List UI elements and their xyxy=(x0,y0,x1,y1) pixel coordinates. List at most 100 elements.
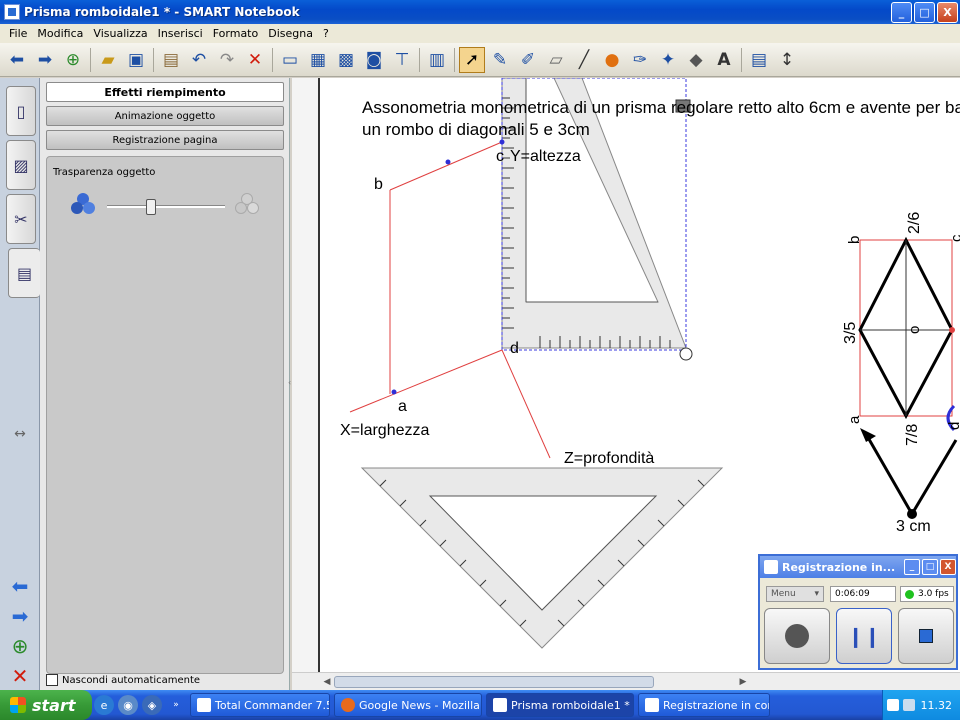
heading-line-1[interactable]: Assonometria monometrica di un prisma re… xyxy=(362,98,960,118)
undo-icon[interactable]: ↶ xyxy=(186,47,212,73)
task-smart-notebook[interactable]: Prisma romboidale1 * ... xyxy=(486,693,634,717)
rhombus-measure[interactable]: 3 cm xyxy=(896,518,931,536)
label-c[interactable]: c xyxy=(496,148,504,166)
smart-notebook-app-icon[interactable] xyxy=(4,4,20,20)
label-y-altezza[interactable]: Y=altezza xyxy=(510,148,581,166)
set-square-horizontal[interactable] xyxy=(360,467,724,649)
autohide-checkbox[interactable] xyxy=(46,674,58,686)
recorder-title-bar[interactable]: Registrazione in... _ □ X xyxy=(760,556,956,578)
autohide-option[interactable]: Nascondi automaticamente xyxy=(46,674,200,686)
recorder-window[interactable]: Registrazione in... _ □ X Menu ▾ 0:06:09… xyxy=(758,554,958,670)
creative-pen-icon[interactable]: ✐ xyxy=(515,47,541,73)
select-icon[interactable]: ➚ xyxy=(459,46,485,73)
menu-help[interactable]: ? xyxy=(318,27,334,40)
shape-recognition-icon[interactable]: ✦ xyxy=(655,47,681,73)
capture-toolbar-icon[interactable]: ⊤ xyxy=(389,47,415,73)
shape-icon[interactable]: ● xyxy=(599,47,625,73)
rhombus-label-a[interactable]: a xyxy=(846,416,863,424)
stop-button[interactable] xyxy=(898,608,954,664)
save-icon[interactable]: ▣ xyxy=(123,47,149,73)
add-page-icon[interactable]: ⊕ xyxy=(60,47,86,73)
task-recorder[interactable]: Registrazione in cors... xyxy=(638,693,770,717)
fill-icon[interactable]: ◆ xyxy=(683,47,709,73)
previous-page-icon[interactable]: ⬅ xyxy=(8,574,32,598)
window-title-bar[interactable]: Prisma romboidale1 * - SMART Notebook _ … xyxy=(0,0,960,24)
quicklaunch-icon-2[interactable]: ◉ xyxy=(118,695,138,715)
maximize-button[interactable]: □ xyxy=(914,1,935,23)
rhombus-label-c[interactable]: c xyxy=(948,235,960,243)
redo-icon[interactable]: ↷ xyxy=(214,47,240,73)
magic-pen-icon[interactable]: ✑ xyxy=(627,47,653,73)
eraser-icon[interactable]: ▱ xyxy=(543,47,569,73)
point-dot[interactable] xyxy=(445,159,451,165)
back-icon[interactable]: ⬅ xyxy=(4,47,30,73)
scroll-left-icon[interactable]: ◀ xyxy=(320,675,334,689)
point-dot[interactable] xyxy=(499,139,505,145)
menu-modifica[interactable]: Modifica xyxy=(32,27,88,40)
display-icon[interactable]: ▦ xyxy=(305,47,331,73)
pause-button[interactable]: ❙❙ xyxy=(836,608,892,664)
label-d[interactable]: d xyxy=(510,340,519,358)
move-toolbar-icon[interactable]: ↕ xyxy=(774,47,800,73)
menu-visualizza[interactable]: Visualizza xyxy=(88,27,152,40)
recorder-close-button[interactable]: X xyxy=(940,559,956,575)
screen-shade-icon[interactable]: ▭ xyxy=(277,47,303,73)
transparency-slider-track[interactable] xyxy=(107,205,225,208)
menu-inserisci[interactable]: Inserisci xyxy=(153,27,208,40)
resize-arrows-icon[interactable]: ↔ xyxy=(8,422,32,446)
label-z-profondita[interactable]: Z=profondità xyxy=(564,450,654,468)
pen-icon[interactable]: ✎ xyxy=(487,47,513,73)
open-icon[interactable]: ▰ xyxy=(95,47,121,73)
menu-formato[interactable]: Formato xyxy=(208,27,264,40)
table-icon[interactable]: ▥ xyxy=(424,47,450,73)
scroll-thumb[interactable] xyxy=(334,676,654,688)
clock[interactable]: 11.32 xyxy=(921,699,953,712)
tab-fill-effects[interactable]: Effetti riempimento xyxy=(46,82,284,102)
next-page-icon[interactable]: ➡ xyxy=(8,604,32,628)
horizontal-scrollbar[interactable]: ◀ ▶ xyxy=(292,672,960,690)
set-square-vertical[interactable] xyxy=(501,78,687,349)
panel-splitter-grip[interactable]: ‹ xyxy=(288,378,291,387)
scroll-right-icon[interactable]: ▶ xyxy=(736,675,750,689)
rhombus-label-center[interactable]: o xyxy=(906,326,923,334)
menu-disegna[interactable]: Disegna xyxy=(263,27,318,40)
transparency-slider-thumb[interactable] xyxy=(146,199,156,215)
delete-page-icon[interactable]: ✕ xyxy=(8,664,32,688)
properties-tab[interactable]: ▤ xyxy=(8,248,40,298)
minimize-button[interactable]: _ xyxy=(891,1,912,23)
text-icon[interactable]: A xyxy=(711,47,737,73)
forward-icon[interactable]: ➡ xyxy=(32,47,58,73)
rhombus-label-b[interactable]: b xyxy=(846,236,863,244)
quicklaunch-icon-3[interactable]: ◈ xyxy=(142,695,162,715)
delete-icon[interactable]: ✕ xyxy=(242,47,268,73)
heading-line-2[interactable]: un rombo di diagonali 5 e 3cm xyxy=(362,120,590,140)
recorder-menu-dropdown[interactable]: Menu ▾ xyxy=(766,586,824,602)
menu-file[interactable]: File xyxy=(4,27,32,40)
rhombus-label-left[interactable]: 3/5 xyxy=(842,322,860,344)
label-a[interactable]: a xyxy=(398,398,407,416)
gallery-tab[interactable]: ▨ xyxy=(6,140,36,190)
line-icon[interactable]: ╱ xyxy=(571,47,597,73)
rhombus-label-d[interactable]: d xyxy=(946,422,960,430)
tab-page-recording[interactable]: Registrazione pagina xyxy=(46,130,284,150)
record-button[interactable] xyxy=(764,608,830,664)
rhombus-label-top[interactable]: 2/6 xyxy=(906,212,924,234)
tab-object-animation[interactable]: Animazione oggetto xyxy=(46,106,284,126)
ie-icon[interactable]: e xyxy=(94,695,114,715)
task-google-news[interactable]: Google News - Mozilla... xyxy=(334,693,482,717)
tray-icon[interactable] xyxy=(886,699,899,711)
resize-handle[interactable] xyxy=(679,347,693,361)
recorder-minimize-button[interactable]: _ xyxy=(904,559,920,575)
attachments-tab[interactable]: ✂ xyxy=(6,194,36,244)
page-sorter-tab[interactable]: ▯ xyxy=(6,86,36,136)
tray-icon[interactable] xyxy=(902,699,915,711)
point-dot[interactable] xyxy=(391,389,397,395)
close-button[interactable]: X xyxy=(937,1,958,23)
quicklaunch-more-icon[interactable]: » xyxy=(166,695,186,715)
paste-icon[interactable]: ▤ xyxy=(158,47,184,73)
label-b[interactable]: b xyxy=(374,176,383,194)
add-page-side-icon[interactable]: ⊕ xyxy=(8,634,32,658)
capture-icon[interactable]: ◙ xyxy=(361,47,387,73)
start-button[interactable]: start xyxy=(0,690,92,720)
label-x-larghezza[interactable]: X=larghezza xyxy=(340,422,429,440)
